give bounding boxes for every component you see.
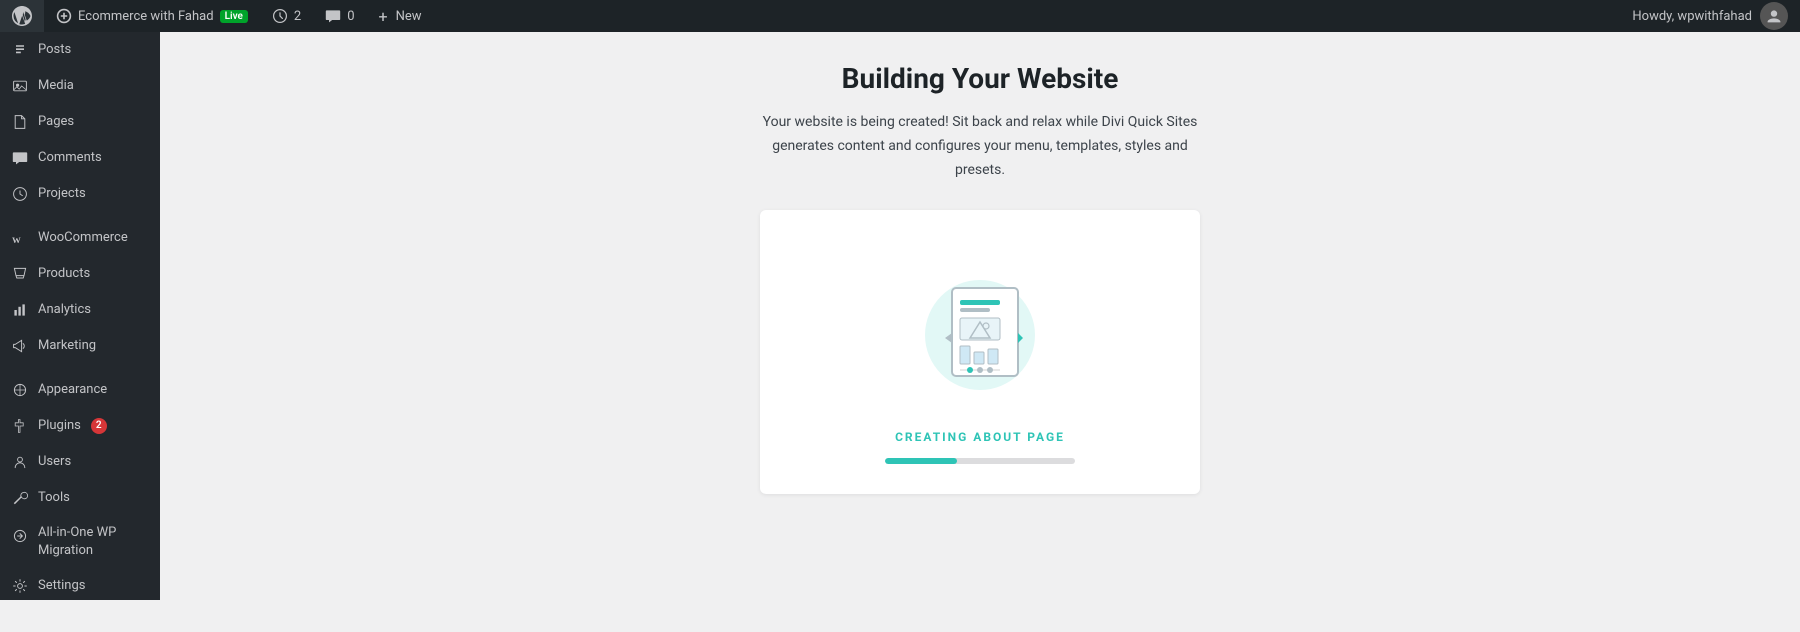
sidebar-item-plugins[interactable]: Plugins 2 (0, 408, 160, 444)
sidebar: Posts Media Pages Comments Projects W Wo… (0, 32, 160, 600)
page-subtitle: Your website is being created! Sit back … (760, 111, 1200, 182)
comments-count: 0 (347, 9, 354, 24)
analytics-icon (10, 300, 30, 320)
updates-count: 2 (294, 9, 301, 24)
plugins-badge: 2 (91, 418, 107, 434)
users-label: Users (38, 453, 71, 471)
building-card: CREATING ABOUT PAGE (760, 210, 1200, 494)
posts-icon (10, 40, 30, 60)
analytics-label: Analytics (38, 301, 91, 319)
sidebar-item-comments[interactable]: Comments (0, 140, 160, 176)
woocommerce-label: WooCommerce (38, 229, 128, 247)
live-badge: Live (220, 10, 248, 23)
appearance-icon (10, 380, 30, 400)
settings-label: Settings (38, 577, 85, 595)
sidebar-item-migration[interactable]: All-in-One WP Migration (0, 516, 160, 568)
products-icon (10, 264, 30, 284)
main-content: Building Your Website Your website is be… (160, 32, 1800, 600)
media-icon (10, 76, 30, 96)
sidebar-item-tools[interactable]: Tools (0, 480, 160, 516)
products-label: Products (38, 265, 90, 283)
media-label: Media (38, 77, 74, 95)
sidebar-item-projects[interactable]: Projects (0, 176, 160, 212)
howdy-label: Howdy, wpwithfahad (1632, 9, 1752, 24)
creating-label: CREATING ABOUT PAGE (895, 430, 1065, 444)
wp-logo-item[interactable] (0, 0, 44, 32)
sidebar-item-settings[interactable]: Settings (0, 568, 160, 600)
sidebar-item-media[interactable]: Media (0, 68, 160, 104)
sidebar-item-appearance[interactable]: Appearance (0, 372, 160, 408)
pages-label: Pages (38, 113, 74, 131)
appearance-label: Appearance (38, 381, 107, 399)
plus-icon: + (379, 7, 388, 26)
marketing-label: Marketing (38, 337, 96, 355)
new-item[interactable]: + New (367, 0, 434, 32)
page-title: Building Your Website (842, 62, 1119, 95)
new-label: New (396, 9, 422, 24)
sidebar-item-users[interactable]: Users (0, 444, 160, 480)
comments-nav-icon (10, 148, 30, 168)
sidebar-item-marketing[interactable]: Marketing (0, 328, 160, 364)
sidebar-item-posts[interactable]: Posts (0, 32, 160, 68)
marketing-icon (10, 336, 30, 356)
comments-item[interactable]: 0 (313, 0, 366, 32)
pages-icon (10, 112, 30, 132)
user-avatar[interactable] (1760, 2, 1788, 30)
comments-label: Comments (38, 149, 102, 167)
svg-text:W: W (12, 235, 21, 245)
sidebar-item-pages[interactable]: Pages (0, 104, 160, 140)
migration-icon (10, 526, 30, 546)
admin-bar: Ecommerce with Fahad Live 2 0 + New Howd… (0, 0, 1800, 32)
users-icon (10, 452, 30, 472)
site-name: Ecommerce with Fahad (78, 9, 214, 24)
sidebar-item-products[interactable]: Products (0, 256, 160, 292)
tools-label: Tools (38, 489, 70, 507)
updates-item[interactable]: 2 (260, 0, 313, 32)
sidebar-item-analytics[interactable]: Analytics (0, 292, 160, 328)
posts-label: Posts (38, 41, 71, 59)
sidebar-item-woocommerce[interactable]: W WooCommerce (0, 220, 160, 256)
tools-icon (10, 488, 30, 508)
migration-label: All-in-One WP Migration (38, 524, 150, 560)
woo-icon: W (10, 228, 30, 248)
settings-icon (10, 576, 30, 596)
progress-bar-track (885, 458, 1075, 464)
plugins-label: Plugins (38, 417, 81, 435)
site-name-item[interactable]: Ecommerce with Fahad Live (44, 0, 260, 32)
projects-label: Projects (38, 185, 86, 203)
plugins-icon (10, 416, 30, 436)
projects-icon (10, 184, 30, 204)
progress-bar-fill (885, 458, 957, 464)
website-illustration (900, 250, 1060, 410)
